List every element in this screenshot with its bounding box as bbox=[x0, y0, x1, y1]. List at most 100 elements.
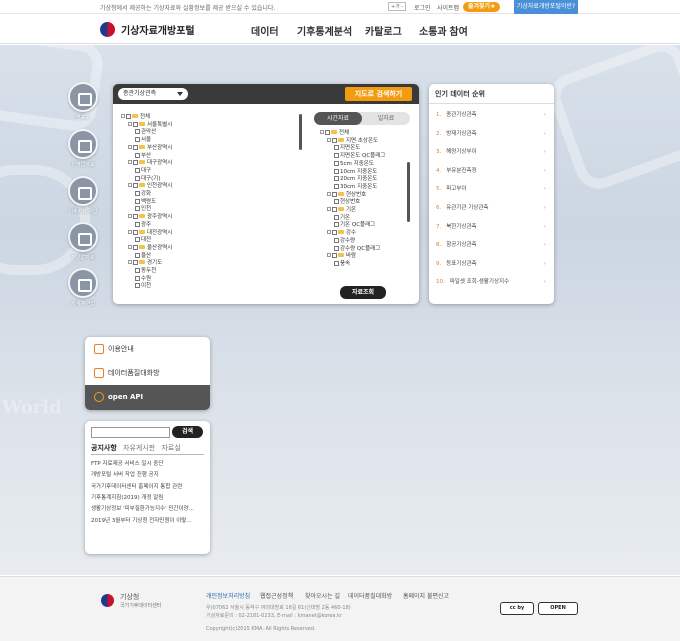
quick-link-quality-chat[interactable]: 데이터품질대화방 bbox=[85, 361, 210, 385]
board-post[interactable]: 기후통계지침(2019) 개정 알림 bbox=[91, 493, 204, 501]
nav-catalog[interactable]: 카탈로그 bbox=[365, 23, 402, 38]
tree-checkbox[interactable] bbox=[334, 214, 339, 220]
tree-checkbox[interactable] bbox=[135, 221, 140, 227]
tree-checkbox[interactable] bbox=[334, 245, 339, 251]
tree-node[interactable]: 풍속 bbox=[320, 260, 385, 269]
tree-checkbox[interactable] bbox=[133, 160, 138, 166]
tree-checkbox[interactable] bbox=[135, 198, 140, 204]
tree-checkbox[interactable] bbox=[133, 183, 138, 189]
tree-checkbox[interactable] bbox=[135, 167, 140, 173]
quick-link-open-api[interactable]: open API bbox=[85, 385, 210, 410]
tree-checkbox[interactable] bbox=[334, 183, 339, 189]
tree-node[interactable]: 서울 bbox=[121, 137, 172, 145]
tree-node[interactable]: 부산광역시 bbox=[121, 144, 172, 153]
tree-checkbox[interactable] bbox=[135, 137, 140, 143]
tree-checkbox[interactable] bbox=[332, 137, 337, 143]
sitemap-link[interactable]: 사이트맵 bbox=[437, 3, 459, 12]
tree-checkbox[interactable] bbox=[334, 199, 339, 205]
tree-node[interactable]: 전체 bbox=[320, 130, 385, 138]
observation-type-select[interactable]: 종관기상관측 bbox=[118, 88, 188, 100]
expand-toggle-icon[interactable] bbox=[327, 137, 331, 142]
kma-logo-icon[interactable] bbox=[100, 22, 115, 37]
tree-checkbox[interactable] bbox=[133, 214, 138, 220]
footer-link-quality-chat[interactable]: 데이터품질대화방 bbox=[348, 591, 392, 600]
popular-item[interactable]: 3. 해양기상부이 › bbox=[436, 147, 548, 157]
tree-node[interactable]: 5cm 지중온도 bbox=[320, 160, 385, 169]
expand-toggle-icon[interactable] bbox=[327, 230, 331, 235]
tree-checkbox[interactable] bbox=[135, 252, 140, 258]
tree-checkbox[interactable] bbox=[334, 153, 339, 159]
popular-item[interactable]: 5. 파고부이 › bbox=[436, 184, 548, 194]
tree-checkbox[interactable] bbox=[135, 129, 140, 135]
expand-toggle-icon[interactable] bbox=[121, 114, 125, 118]
expand-toggle-icon[interactable] bbox=[128, 144, 132, 149]
popular-item[interactable]: 10. 파일셋 조회-생활기상지수 › bbox=[436, 277, 548, 287]
expand-toggle-icon[interactable] bbox=[327, 253, 331, 258]
tab-hourly[interactable]: 시간자료 bbox=[314, 112, 362, 125]
tree-checkbox[interactable] bbox=[135, 283, 140, 289]
tree-checkbox[interactable] bbox=[332, 191, 337, 197]
tree-checkbox[interactable] bbox=[135, 275, 140, 281]
tree-checkbox[interactable] bbox=[334, 260, 339, 266]
tree-node[interactable]: 울산광역시 bbox=[121, 244, 172, 253]
expand-toggle-icon[interactable] bbox=[128, 244, 132, 249]
tree-node[interactable]: 강화 bbox=[121, 191, 172, 199]
board-post[interactable]: 국가기후데이터센터 홈페이지 통합 관련 bbox=[91, 482, 204, 490]
tree-checkbox[interactable] bbox=[135, 191, 140, 197]
expand-toggle-icon[interactable] bbox=[327, 191, 331, 196]
left-menu-distribution[interactable]: 분포도 bbox=[66, 82, 100, 121]
popular-item[interactable]: 7. 북한기상관측 › bbox=[436, 222, 548, 232]
left-menu-translated[interactable]: 번역입자료 bbox=[66, 129, 100, 168]
tree-node[interactable]: 현상번호 bbox=[320, 199, 385, 207]
nav-community[interactable]: 소통과 참여 bbox=[419, 23, 468, 38]
expand-toggle-icon[interactable] bbox=[128, 183, 132, 188]
site-logo-text[interactable]: 기상자료개방포털 bbox=[121, 22, 195, 37]
popular-item[interactable]: 8. 항공기상관측 › bbox=[436, 240, 548, 250]
footer-link-privacy[interactable]: 개인정보처리방침 bbox=[206, 591, 250, 600]
popular-item[interactable]: 6. 유관기관 기상관측 › bbox=[436, 203, 548, 213]
expand-toggle-icon[interactable] bbox=[128, 260, 132, 265]
board-post[interactable]: 생활기상정보 '피부질환가능지수' 민간이양... bbox=[91, 504, 204, 512]
expand-toggle-icon[interactable] bbox=[128, 121, 132, 126]
tab-notice[interactable]: 공지사항 bbox=[91, 444, 117, 452]
tree-checkbox[interactable] bbox=[135, 268, 140, 274]
font-size-control[interactable]: +가 - bbox=[388, 2, 407, 11]
tree-checkbox[interactable] bbox=[126, 114, 131, 119]
expand-toggle-icon[interactable] bbox=[128, 229, 132, 234]
login-link[interactable]: 로그인 bbox=[414, 3, 431, 12]
tree-node[interactable]: 지면온도 bbox=[320, 145, 385, 153]
tab-free-board[interactable]: 자유게시판 bbox=[123, 444, 155, 452]
footer-link-report[interactable]: 홈페이지 불편신고 bbox=[403, 591, 449, 600]
left-menu-extremes[interactable]: 기후자료 극값 bbox=[66, 176, 100, 215]
tree-node[interactable]: 지면온도 QC플래그 bbox=[320, 153, 385, 161]
popular-item[interactable]: 2. 방재기상관측 › bbox=[436, 129, 548, 139]
tree-checkbox[interactable] bbox=[135, 175, 140, 181]
nav-climate-stats[interactable]: 기후통계분석 bbox=[297, 23, 352, 38]
tree-checkbox[interactable] bbox=[334, 145, 339, 151]
tree-node[interactable]: 강수량 bbox=[320, 237, 385, 246]
footer-link-accessibility[interactable]: 웹접근성정책 bbox=[260, 591, 293, 600]
tree-node[interactable]: 바람 bbox=[320, 253, 385, 261]
query-button[interactable]: 자료조회 bbox=[340, 286, 386, 299]
expand-toggle-icon[interactable] bbox=[128, 214, 132, 219]
popular-item[interactable]: 4. 부유분진측정 › bbox=[436, 166, 548, 176]
tree-node[interactable]: 강수 bbox=[320, 230, 385, 238]
left-menu-world-normals[interactable]: 세계 평년값 bbox=[66, 268, 100, 307]
tree-checkbox[interactable] bbox=[135, 152, 140, 158]
board-search-button[interactable]: 검색 bbox=[172, 426, 203, 438]
tree-checkbox[interactable] bbox=[133, 144, 138, 150]
board-post[interactable]: 2019년 3월부터 기상청 전자민원이 이렇... bbox=[91, 516, 204, 524]
nav-data[interactable]: 데이터 bbox=[251, 23, 279, 38]
tree-node[interactable]: 인천 bbox=[121, 206, 172, 214]
tab-daily[interactable]: 일자료 bbox=[362, 112, 410, 125]
board-post[interactable]: FTP 자료제공 서비스 일시 중단 bbox=[91, 459, 204, 467]
station-tree-scrollbar[interactable] bbox=[299, 114, 302, 150]
expand-toggle-icon[interactable] bbox=[320, 130, 324, 134]
map-search-button[interactable]: 지도로 검색하기 bbox=[345, 87, 412, 101]
tree-node[interactable]: 20cm 지중온도 bbox=[320, 176, 385, 184]
board-search-input[interactable] bbox=[91, 427, 170, 438]
element-tree-scrollbar[interactable] bbox=[407, 162, 410, 222]
footer-link-directions[interactable]: 찾아오시는 길 bbox=[305, 591, 340, 600]
tree-node[interactable]: 관악산 bbox=[121, 129, 172, 137]
tree-checkbox[interactable] bbox=[133, 121, 138, 127]
